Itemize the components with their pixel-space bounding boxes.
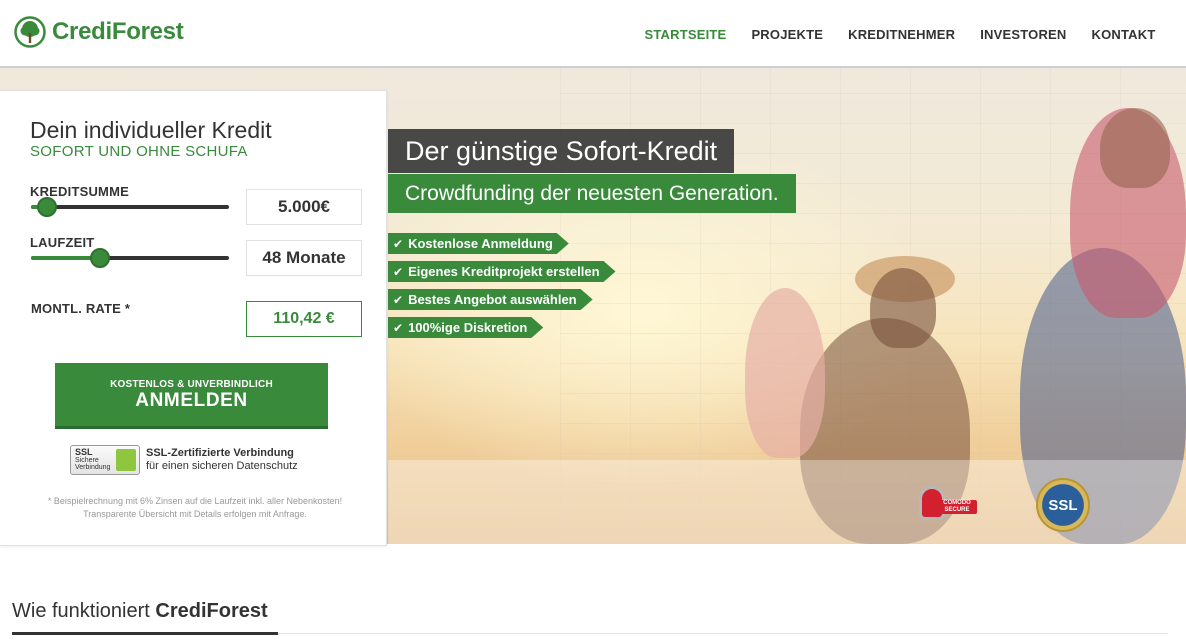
ssl-badge: SSL Sichere Verbindung bbox=[70, 445, 140, 475]
feature-label: Eigenes Kreditprojekt erstellen bbox=[408, 264, 600, 279]
comodo-label: COMODO SECURE bbox=[937, 500, 977, 514]
feature-label: Bestes Angebot auswählen bbox=[408, 292, 577, 307]
feature-label: Kostenlose Anmeldung bbox=[408, 236, 553, 251]
site-header: CrediForest STARTSEITE PROJEKTE KREDITNE… bbox=[0, 0, 1186, 70]
ssl-badge-title: SSL bbox=[75, 447, 93, 457]
ssl-seal: SSL bbox=[1036, 478, 1090, 532]
hero-figure-baby bbox=[745, 288, 825, 458]
credit-calculator: Dein individueller Kredit SOFORT UND OHN… bbox=[0, 90, 387, 546]
nav-item-kontakt[interactable]: KONTAKT bbox=[1079, 0, 1168, 68]
rate-value: 110,42 € bbox=[246, 301, 362, 337]
hero-subheadline: Crowdfunding der neuesten Generation. bbox=[388, 174, 796, 213]
nav-item-investoren[interactable]: INVESTOREN bbox=[968, 0, 1079, 68]
nav-item-kreditnehmer[interactable]: KREDITNEHMER bbox=[836, 0, 968, 68]
amount-slider[interactable] bbox=[31, 197, 229, 217]
term-slider[interactable] bbox=[31, 248, 229, 268]
check-icon: ✔ bbox=[393, 264, 404, 279]
term-value[interactable]: 48 Monate bbox=[246, 240, 362, 276]
ssl-badge-text: SSL Sichere Verbindung bbox=[75, 447, 111, 472]
feature-item: ✔ Eigenes Kreditprojekt erstellen bbox=[388, 261, 616, 282]
check-icon: ✔ bbox=[393, 320, 404, 335]
section-title-brand: CrediForest bbox=[155, 600, 268, 622]
hero-figure-mother-head bbox=[870, 268, 936, 348]
feature-item: ✔ 100%ige Diskretion bbox=[388, 317, 543, 338]
amount-value[interactable]: 5.000€ bbox=[246, 189, 362, 225]
nav-item-projekte[interactable]: PROJEKTE bbox=[739, 0, 836, 68]
calculator-footnote: * Beispielrechnung mit 6% Zinsen auf die… bbox=[47, 496, 343, 519]
register-button-label: ANMELDEN bbox=[135, 390, 248, 411]
calculator-title: Dein individueller Kredit bbox=[30, 117, 272, 143]
comodo-line2: SECURE bbox=[944, 507, 970, 513]
ssl-text: SSL-Zertifizierte Verbindung für einen s… bbox=[146, 447, 298, 473]
amount-slider-handle[interactable] bbox=[36, 197, 57, 217]
ssl-title: SSL-Zertifizierte Verbindung bbox=[146, 447, 294, 459]
hero-headline: Der günstige Sofort-Kredit bbox=[388, 129, 735, 173]
hero-figure-girl-head bbox=[1100, 108, 1170, 188]
comodo-line1: COMODO bbox=[943, 500, 971, 506]
rate-label: MONTL. RATE * bbox=[31, 301, 131, 316]
term-slider-handle[interactable] bbox=[90, 248, 111, 268]
register-button-sublabel: KOSTENLOS & UNVERBINDLICH bbox=[110, 379, 273, 390]
check-icon: ✔ bbox=[393, 292, 404, 307]
calculator-subtitle: SOFORT UND OHNE SCHUFA bbox=[30, 143, 248, 160]
ssl-info: SSL Sichere Verbindung SSL-Zertifizierte… bbox=[70, 445, 298, 475]
feature-label: 100%ige Diskretion bbox=[408, 320, 528, 335]
section-title: Wie funktioniert CrediForest bbox=[12, 600, 268, 623]
logo[interactable]: CrediForest bbox=[14, 14, 184, 50]
register-button[interactable]: KOSTENLOS & UNVERBINDLICH ANMELDEN bbox=[55, 363, 328, 429]
ssl-badge-line2: Verbindung bbox=[75, 464, 111, 471]
main-nav: STARTSEITE PROJEKTE KREDITNEHMER INVESTO… bbox=[632, 0, 1168, 70]
section-title-prefix: Wie funktioniert bbox=[12, 600, 150, 622]
tree-logo-icon bbox=[14, 16, 46, 48]
ssl-seal-text: SSL bbox=[1048, 496, 1078, 514]
section-divider-accent bbox=[12, 632, 278, 635]
ssl-badge-line1: Sichere bbox=[75, 457, 99, 464]
nav-item-startseite[interactable]: STARTSEITE bbox=[632, 0, 739, 70]
lock-check-icon bbox=[116, 449, 136, 471]
feature-item: ✔ Kostenlose Anmeldung bbox=[388, 233, 569, 254]
feature-item: ✔ Bestes Angebot auswählen bbox=[388, 289, 593, 310]
check-icon: ✔ bbox=[393, 236, 404, 251]
ssl-subtitle: für einen sicheren Datenschutz bbox=[146, 460, 298, 472]
term-label: LAUFZEIT bbox=[30, 235, 95, 250]
logo-text: CrediForest bbox=[52, 18, 184, 45]
comodo-secure-seal: COMODO SECURE bbox=[917, 486, 979, 522]
